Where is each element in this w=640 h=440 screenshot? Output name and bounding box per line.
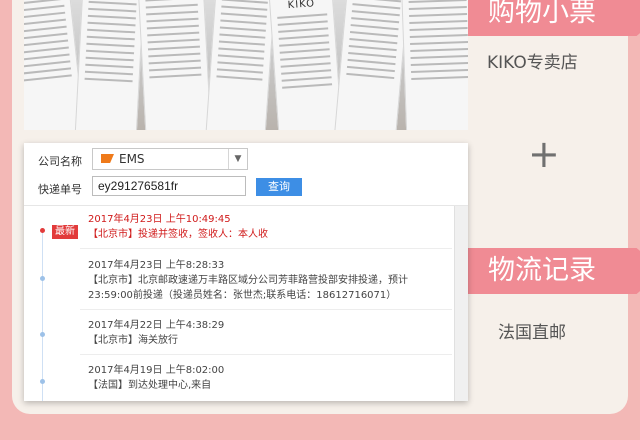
store-name: KIKO专卖店	[487, 53, 578, 73]
record-text: 【法国】到达处理中心,来自	[88, 380, 212, 391]
receipt-image	[333, 0, 409, 130]
timeline-record: 2017年4月19日 上午8:02:00 【法国】到达处理中心,来自	[88, 363, 428, 393]
record-separator	[80, 354, 452, 355]
record-separator	[80, 248, 452, 249]
timeline-dot	[40, 332, 45, 337]
query-button[interactable]: 查询	[256, 178, 302, 196]
company-select-value: EMS	[119, 152, 145, 166]
ems-logo-icon	[101, 154, 114, 163]
tracking-panel: 公司名称 EMS ▼ 快递单号 查询 最新 2017年4月23日 上午10:49…	[24, 143, 468, 401]
shipping-method: 法国直邮	[498, 323, 566, 343]
record-text: 【北京市】投递并签收，签收人：本人收	[88, 229, 268, 240]
record-text: 【北京市】海关放行	[88, 335, 178, 346]
plus-icon: +	[528, 132, 560, 176]
timeline-record: 2017年4月23日 上午10:49:45 【北京市】投递并签收，签收人：本人收	[88, 212, 428, 242]
timeline-record: 2017年4月22日 上午4:38:29 【北京市】海关放行	[88, 318, 428, 348]
tracking-label: 快递单号	[38, 183, 82, 196]
timeline-record: 2017年4月23日 上午8:28:33 【北京市】北京邮政速递万丰路区域分公司…	[88, 258, 428, 303]
newest-badge: 最新	[52, 225, 78, 239]
timeline-line	[42, 232, 43, 401]
timeline-dot	[40, 276, 45, 281]
record-separator	[80, 309, 452, 310]
company-label: 公司名称	[38, 155, 82, 168]
timeline-dot	[40, 379, 45, 384]
receipt-brand-text: KIKO	[287, 0, 316, 12]
receipt-image	[204, 0, 276, 130]
receipt-section-ribbon: 购物小票	[468, 0, 640, 36]
receipt-image: KIKO	[268, 0, 344, 130]
scrollbar[interactable]	[454, 206, 468, 401]
receipts-photo: KIKO	[24, 0, 468, 130]
chevron-down-icon[interactable]: ▼	[228, 149, 247, 169]
record-text: 【北京市】北京邮政速递万丰路区域分公司芳菲路营投部安排投递，预计	[88, 275, 408, 286]
logistics-section-ribbon: 物流记录	[468, 248, 640, 294]
tracking-number-input[interactable]	[92, 176, 246, 196]
receipt-image	[138, 0, 212, 130]
record-text: 23:59:00前投递（投递员姓名：张世杰;联系电话：18612716071）	[88, 290, 397, 301]
company-select[interactable]: EMS ▼	[92, 148, 248, 170]
record-time: 2017年4月22日 上午4:38:29	[88, 320, 225, 331]
record-time: 2017年4月19日 上午8:02:00	[88, 365, 225, 376]
record-time: 2017年4月23日 上午10:49:45	[88, 214, 231, 225]
receipt-image	[401, 0, 468, 130]
record-time: 2017年4月23日 上午8:28:33	[88, 260, 225, 271]
tracking-timeline: 最新 2017年4月23日 上午10:49:45 【北京市】投递并签收，签收人：…	[24, 206, 454, 401]
timeline-dot-latest	[40, 228, 45, 233]
receipt-image	[74, 0, 144, 130]
